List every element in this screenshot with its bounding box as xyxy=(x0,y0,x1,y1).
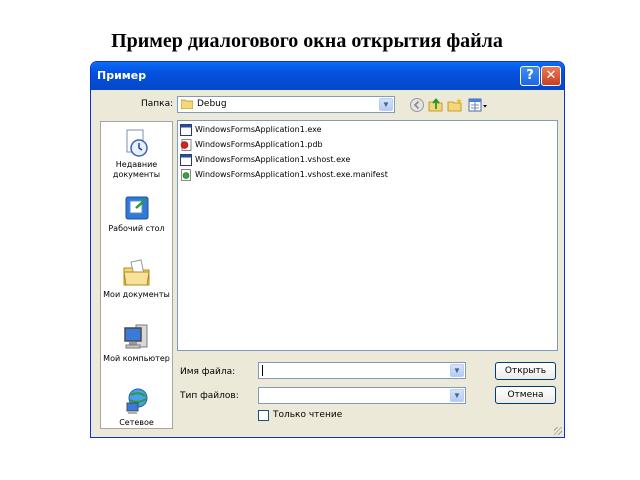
recent-documents-icon xyxy=(126,129,148,157)
filetype-label: Тип файлов: xyxy=(180,391,239,401)
place-label: Мой компьютер xyxy=(103,354,170,363)
place-network[interactable]: Сетевое xyxy=(101,386,172,428)
folder-value: Debug xyxy=(197,99,227,109)
place-label: Рабочий стол xyxy=(108,224,165,233)
slide-title: Пример диалогового окна открытия файла xyxy=(111,30,503,52)
place-my-computer[interactable]: Мой компьютер xyxy=(101,322,172,364)
place-desktop[interactable]: Рабочий стол xyxy=(101,194,172,234)
my-computer-icon xyxy=(123,324,147,349)
manifest-icon xyxy=(181,169,191,181)
cancel-button[interactable]: Отмена xyxy=(495,386,556,404)
open-file-dialog: Пример ? ✕ Папка: Debug ▼ Недавние докум… xyxy=(90,61,565,438)
place-label: Недавние документы xyxy=(112,160,161,179)
resize-grip[interactable] xyxy=(554,427,562,435)
readonly-checkbox[interactable] xyxy=(258,410,269,421)
filename-input[interactable]: ▼ xyxy=(258,362,466,379)
file-list[interactable]: WindowsFormsApplication1.exe WindowsForm… xyxy=(177,120,558,351)
exe-icon xyxy=(180,154,192,166)
place-my-documents[interactable]: Мои документы xyxy=(101,258,172,300)
back-icon[interactable] xyxy=(409,97,425,113)
new-folder-icon[interactable] xyxy=(447,97,463,113)
view-menu-icon[interactable] xyxy=(468,97,488,113)
network-icon xyxy=(126,388,147,414)
desktop-icon xyxy=(125,196,148,220)
chevron-down-icon[interactable]: ▼ xyxy=(450,364,464,377)
chevron-down-icon[interactable]: ▼ xyxy=(379,98,393,111)
exe-icon xyxy=(180,124,192,136)
place-label: Сетевое xyxy=(119,418,154,427)
text-caret xyxy=(262,365,263,376)
chevron-down-icon[interactable]: ▼ xyxy=(450,389,464,402)
folder-icon xyxy=(181,99,193,109)
readonly-label: Только чтение xyxy=(273,410,343,420)
up-folder-icon[interactable] xyxy=(428,97,444,113)
filename-label: Имя файла: xyxy=(180,367,236,377)
open-button[interactable]: Открыть xyxy=(495,362,556,380)
file-name: WindowsFormsApplication1.exe xyxy=(195,125,322,134)
close-button[interactable]: ✕ xyxy=(541,66,561,86)
my-documents-icon xyxy=(122,259,150,286)
file-name: WindowsFormsApplication1.vshost.exe.mani… xyxy=(195,170,388,179)
folder-select[interactable]: Debug ▼ xyxy=(177,96,395,113)
places-bar: Недавние документы Рабочий стол Мои доку… xyxy=(100,121,173,429)
file-name: WindowsFormsApplication1.pdb xyxy=(195,140,323,149)
file-name: WindowsFormsApplication1.vshost.exe xyxy=(195,155,351,164)
title-bar[interactable]: Пример ? ✕ xyxy=(91,62,564,90)
pdb-icon xyxy=(180,139,192,151)
dialog-title: Пример xyxy=(97,69,147,82)
filetype-select[interactable]: ▼ xyxy=(258,387,466,404)
help-button[interactable]: ? xyxy=(520,66,540,86)
place-recent-documents[interactable]: Недавние документы xyxy=(101,128,172,180)
folder-label: Папка: xyxy=(141,99,174,109)
place-label: Мои документы xyxy=(103,290,170,299)
